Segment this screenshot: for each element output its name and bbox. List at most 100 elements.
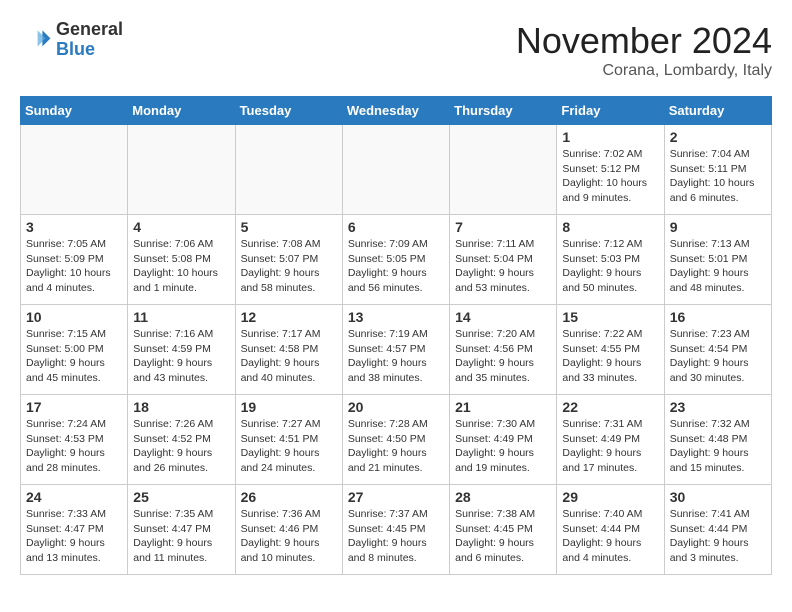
calendar-header-row: Sunday Monday Tuesday Wednesday Thursday… bbox=[21, 97, 772, 125]
day-info: Sunrise: 7:09 AM Sunset: 5:05 PM Dayligh… bbox=[348, 237, 444, 296]
day-info: Sunrise: 7:41 AM Sunset: 4:44 PM Dayligh… bbox=[670, 507, 766, 566]
day-number: 6 bbox=[348, 219, 444, 235]
day-number: 27 bbox=[348, 489, 444, 505]
day-info: Sunrise: 7:35 AM Sunset: 4:47 PM Dayligh… bbox=[133, 507, 229, 566]
day-cell: 27 Sunrise: 7:37 AM Sunset: 4:45 PM Dayli… bbox=[342, 485, 449, 575]
day-number: 24 bbox=[26, 489, 122, 505]
day-info: Sunrise: 7:04 AM Sunset: 5:11 PM Dayligh… bbox=[670, 147, 766, 206]
day-info: Sunrise: 7:32 AM Sunset: 4:48 PM Dayligh… bbox=[670, 417, 766, 476]
day-cell: 10 Sunrise: 7:15 AM Sunset: 5:00 PM Dayli… bbox=[21, 305, 128, 395]
day-cell: 14 Sunrise: 7:20 AM Sunset: 4:56 PM Dayli… bbox=[450, 305, 557, 395]
day-number: 29 bbox=[562, 489, 658, 505]
day-info: Sunrise: 7:19 AM Sunset: 4:57 PM Dayligh… bbox=[348, 327, 444, 386]
day-info: Sunrise: 7:27 AM Sunset: 4:51 PM Dayligh… bbox=[241, 417, 337, 476]
day-cell: 28Sunrise: 7:38 AM Sunset: 4:45 PM Dayli… bbox=[450, 485, 557, 575]
day-cell: 8 Sunrise: 7:12 AM Sunset: 5:03 PM Daylig… bbox=[557, 215, 664, 305]
day-cell: 30 Sunrise: 7:41 AM Sunset: 4:44 PM Dayli… bbox=[664, 485, 771, 575]
day-number: 26 bbox=[241, 489, 337, 505]
day-cell: 11 Sunrise: 7:16 AM Sunset: 4:59 PM Dayli… bbox=[128, 305, 235, 395]
day-cell bbox=[342, 125, 449, 215]
day-cell: 22 Sunrise: 7:31 AM Sunset: 4:49 PM Dayli… bbox=[557, 395, 664, 485]
day-number: 8 bbox=[562, 219, 658, 235]
week-row-1: 1Sunrise: 7:02 AM Sunset: 5:12 PM Daylig… bbox=[21, 125, 772, 215]
day-cell: 3 Sunrise: 7:05 AM Sunset: 5:09 PM Daylig… bbox=[21, 215, 128, 305]
day-cell: 20 Sunrise: 7:28 AM Sunset: 4:50 PM Dayli… bbox=[342, 395, 449, 485]
day-info: Sunrise: 7:05 AM Sunset: 5:09 PM Dayligh… bbox=[26, 237, 122, 296]
day-info: Sunrise: 7:36 AM Sunset: 4:46 PM Dayligh… bbox=[241, 507, 337, 566]
day-info: Sunrise: 7:12 AM Sunset: 5:03 PM Dayligh… bbox=[562, 237, 658, 296]
header-sunday: Sunday bbox=[21, 97, 128, 125]
day-info: Sunrise: 7:16 AM Sunset: 4:59 PM Dayligh… bbox=[133, 327, 229, 386]
page-header: General Blue November 2024 Corana, Lomba… bbox=[20, 20, 772, 80]
day-cell: 7 Sunrise: 7:11 AM Sunset: 5:04 PM Daylig… bbox=[450, 215, 557, 305]
header-wednesday: Wednesday bbox=[342, 97, 449, 125]
day-cell: 13 Sunrise: 7:19 AM Sunset: 4:57 PM Dayli… bbox=[342, 305, 449, 395]
day-number: 20 bbox=[348, 399, 444, 415]
day-number: 15 bbox=[562, 309, 658, 325]
day-info: Sunrise: 7:28 AM Sunset: 4:50 PM Dayligh… bbox=[348, 417, 444, 476]
day-number: 16 bbox=[670, 309, 766, 325]
day-number: 21 bbox=[455, 399, 551, 415]
day-number: 3 bbox=[26, 219, 122, 235]
day-info: Sunrise: 7:24 AM Sunset: 4:53 PM Dayligh… bbox=[26, 417, 122, 476]
day-info: Sunrise: 7:11 AM Sunset: 5:04 PM Dayligh… bbox=[455, 237, 551, 296]
day-info: Sunrise: 7:17 AM Sunset: 4:58 PM Dayligh… bbox=[241, 327, 337, 386]
day-number: 9 bbox=[670, 219, 766, 235]
day-cell: 15Sunrise: 7:22 AM Sunset: 4:55 PM Dayli… bbox=[557, 305, 664, 395]
header-saturday: Saturday bbox=[664, 97, 771, 125]
day-cell: 29Sunrise: 7:40 AM Sunset: 4:44 PM Dayli… bbox=[557, 485, 664, 575]
day-cell: 23 Sunrise: 7:32 AM Sunset: 4:48 PM Dayli… bbox=[664, 395, 771, 485]
day-cell: 18Sunrise: 7:26 AM Sunset: 4:52 PM Dayli… bbox=[128, 395, 235, 485]
day-cell: 26 Sunrise: 7:36 AM Sunset: 4:46 PM Dayli… bbox=[235, 485, 342, 575]
day-number: 4 bbox=[133, 219, 229, 235]
header-tuesday: Tuesday bbox=[235, 97, 342, 125]
header-thursday: Thursday bbox=[450, 97, 557, 125]
month-title: November 2024 bbox=[516, 20, 772, 62]
day-cell bbox=[128, 125, 235, 215]
day-number: 14 bbox=[455, 309, 551, 325]
day-number: 25 bbox=[133, 489, 229, 505]
logo-text: General Blue bbox=[56, 20, 123, 60]
day-number: 10 bbox=[26, 309, 122, 325]
day-info: Sunrise: 7:37 AM Sunset: 4:45 PM Dayligh… bbox=[348, 507, 444, 566]
day-info: Sunrise: 7:20 AM Sunset: 4:56 PM Dayligh… bbox=[455, 327, 551, 386]
day-info: Sunrise: 7:33 AM Sunset: 4:47 PM Dayligh… bbox=[26, 507, 122, 566]
day-info: Sunrise: 7:26 AM Sunset: 4:52 PM Dayligh… bbox=[133, 417, 229, 476]
day-cell bbox=[21, 125, 128, 215]
day-cell: 21 Sunrise: 7:30 AM Sunset: 4:49 PM Dayli… bbox=[450, 395, 557, 485]
day-cell: 25 Sunrise: 7:35 AM Sunset: 4:47 PM Dayli… bbox=[128, 485, 235, 575]
day-info: Sunrise: 7:06 AM Sunset: 5:08 PM Dayligh… bbox=[133, 237, 229, 296]
day-number: 28 bbox=[455, 489, 551, 505]
day-info: Sunrise: 7:15 AM Sunset: 5:00 PM Dayligh… bbox=[26, 327, 122, 386]
location-subtitle: Corana, Lombardy, Italy bbox=[516, 62, 772, 80]
day-cell bbox=[450, 125, 557, 215]
day-number: 17 bbox=[26, 399, 122, 415]
day-cell: 17 Sunrise: 7:24 AM Sunset: 4:53 PM Dayli… bbox=[21, 395, 128, 485]
day-number: 30 bbox=[670, 489, 766, 505]
week-row-5: 24 Sunrise: 7:33 AM Sunset: 4:47 PM Dayli… bbox=[21, 485, 772, 575]
day-info: Sunrise: 7:02 AM Sunset: 5:12 PM Dayligh… bbox=[562, 147, 658, 206]
logo-blue: Blue bbox=[56, 40, 123, 60]
day-number: 13 bbox=[348, 309, 444, 325]
day-info: Sunrise: 7:31 AM Sunset: 4:49 PM Dayligh… bbox=[562, 417, 658, 476]
logo-general: General bbox=[56, 20, 123, 40]
title-block: November 2024 Corana, Lombardy, Italy bbox=[516, 20, 772, 80]
day-cell: 1Sunrise: 7:02 AM Sunset: 5:12 PM Daylig… bbox=[557, 125, 664, 215]
day-info: Sunrise: 7:08 AM Sunset: 5:07 PM Dayligh… bbox=[241, 237, 337, 296]
day-cell: 5Sunrise: 7:08 AM Sunset: 5:07 PM Daylig… bbox=[235, 215, 342, 305]
day-number: 7 bbox=[455, 219, 551, 235]
day-number: 23 bbox=[670, 399, 766, 415]
calendar-table: Sunday Monday Tuesday Wednesday Thursday… bbox=[20, 96, 772, 575]
logo-icon bbox=[20, 24, 52, 56]
day-cell: 6 Sunrise: 7:09 AM Sunset: 5:05 PM Daylig… bbox=[342, 215, 449, 305]
day-number: 19 bbox=[241, 399, 337, 415]
day-number: 22 bbox=[562, 399, 658, 415]
day-cell: 19 Sunrise: 7:27 AM Sunset: 4:51 PM Dayli… bbox=[235, 395, 342, 485]
day-cell bbox=[235, 125, 342, 215]
day-info: Sunrise: 7:30 AM Sunset: 4:49 PM Dayligh… bbox=[455, 417, 551, 476]
day-cell: 4 Sunrise: 7:06 AM Sunset: 5:08 PM Daylig… bbox=[128, 215, 235, 305]
day-info: Sunrise: 7:23 AM Sunset: 4:54 PM Dayligh… bbox=[670, 327, 766, 386]
day-cell: 2Sunrise: 7:04 AM Sunset: 5:11 PM Daylig… bbox=[664, 125, 771, 215]
day-number: 11 bbox=[133, 309, 229, 325]
day-info: Sunrise: 7:13 AM Sunset: 5:01 PM Dayligh… bbox=[670, 237, 766, 296]
